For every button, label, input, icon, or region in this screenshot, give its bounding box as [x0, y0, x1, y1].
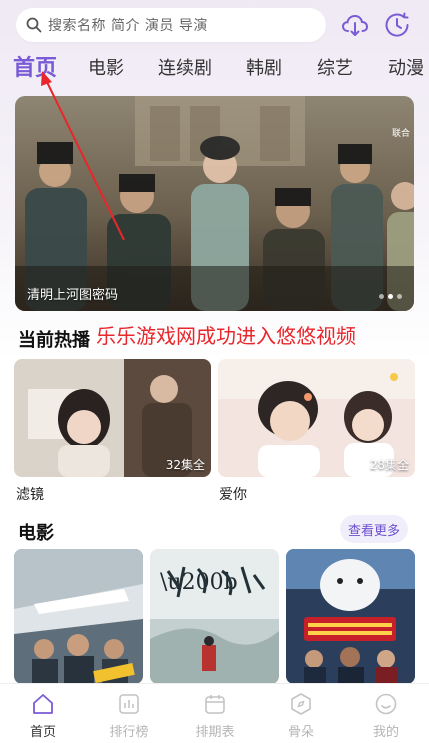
hot-card-title[interactable]: 爱你: [219, 484, 247, 504]
bottom-navigation: 首页 排行榜 排期表 骨朵 我的: [0, 683, 429, 743]
see-more-button[interactable]: 查看更多: [340, 515, 408, 543]
movie-poster[interactable]: \u200b: [150, 549, 279, 684]
hot-section-title: 当前热播: [18, 330, 90, 351]
nav-label: 我的: [372, 725, 399, 740]
annotation-text: 乐乐游戏网成功进入悠悠视频: [96, 324, 356, 348]
nav-home[interactable]: 首页: [0, 684, 86, 743]
hot-card[interactable]: 28集全: [218, 359, 415, 477]
nav-ranking[interactable]: 排行榜: [86, 684, 172, 743]
poster-image: \u200b: [150, 549, 279, 684]
calendar-icon: [205, 695, 225, 714]
nav-schedule[interactable]: 排期表: [172, 684, 258, 743]
nav-label: 首页: [29, 725, 56, 740]
movie-section-title: 电影: [18, 523, 54, 544]
smiley-profile-icon: [375, 693, 397, 715]
hot-card-title[interactable]: 滤镜: [16, 484, 44, 504]
episode-count: 28集全: [369, 458, 409, 472]
episode-count: 32集全: [165, 458, 205, 472]
home-icon: [33, 694, 53, 714]
ranking-icon: [119, 694, 139, 714]
nav-label: 骨朵: [287, 725, 314, 740]
compass-icon: [291, 693, 311, 715]
movie-poster[interactable]: [14, 549, 143, 684]
nav-label: 排期表: [195, 725, 235, 740]
nav-label: 排行榜: [109, 725, 149, 740]
hot-card[interactable]: 32集全: [14, 359, 211, 477]
movie-poster[interactable]: [286, 549, 415, 684]
poster-image: [14, 549, 143, 684]
nav-profile[interactable]: 我的: [343, 684, 429, 743]
nav-guduo[interactable]: 骨朵: [258, 684, 344, 743]
poster-image: [286, 549, 415, 684]
